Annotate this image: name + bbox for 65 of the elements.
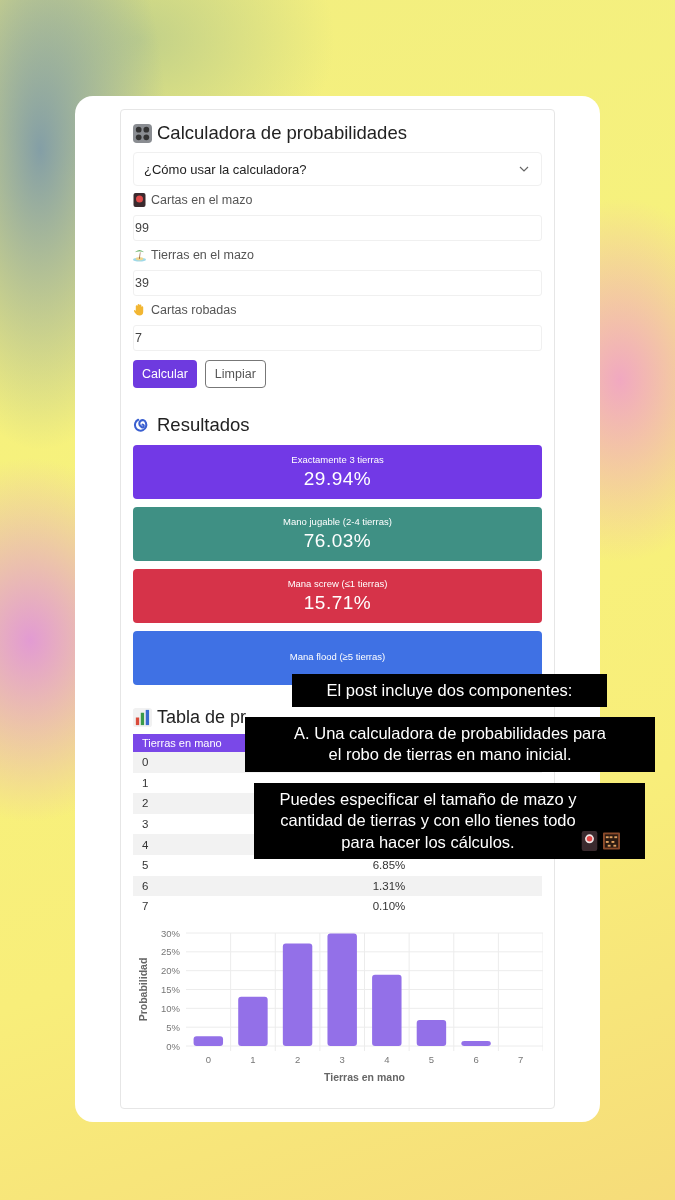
bar	[372, 974, 402, 1046]
table-cell-text: 4	[141, 838, 150, 851]
table-cell-text: 1	[141, 776, 150, 789]
accordion-label: ¿Cómo usar la calculadora?	[144, 161, 307, 177]
hand-icon	[133, 303, 146, 317]
table-title: Tabla de pr	[157, 706, 247, 728]
x-axis-title: Tierras en mano	[324, 1070, 405, 1083]
bar	[416, 1019, 447, 1046]
x-tick-label: 1	[250, 1053, 256, 1065]
y-tick-label: 20%	[161, 964, 180, 976]
field-label: Tierras en el mazo	[151, 248, 255, 262]
result-value: 15.71%	[303, 592, 372, 614]
card-icon	[133, 193, 146, 207]
number-field[interactable]: 7	[133, 325, 542, 351]
caption-text: Puedes especificar el tamaño de mazo y cantidad de tierras y con ello tienes todo para hacer los cálculos.	[279, 789, 577, 853]
card-icon	[580, 831, 598, 852]
y-tick-label: 30%	[161, 927, 180, 939]
x-tick-label: 5	[428, 1053, 435, 1065]
bar	[238, 996, 268, 1046]
result-value: 76.03%	[303, 530, 372, 552]
y-tick-label: 5%	[166, 1021, 180, 1033]
results-title: Resultados	[157, 414, 250, 436]
bar	[461, 1040, 491, 1046]
caption-text: El post incluye dos componentes:	[326, 680, 573, 701]
number-field[interactable]: 39	[133, 270, 542, 296]
island-icon	[133, 248, 146, 262]
result-label: Mana flood (≥5 tierras)	[289, 651, 386, 662]
x-tick-label: 2	[294, 1053, 301, 1065]
x-tick-label: 4	[384, 1053, 390, 1065]
bar	[193, 1035, 224, 1046]
result-label: Mano jugable (2-4 tierras)	[283, 516, 392, 527]
table-cell-text: 6.85%	[371, 859, 407, 872]
table-cell-text: 0.10%	[371, 900, 407, 913]
table-cell-text: 2	[141, 797, 150, 810]
y-axis-title: Probabilidad	[137, 957, 149, 1022]
result-label: Exactamente 3 tierras	[291, 454, 384, 465]
x-tick-label: 3	[339, 1053, 345, 1065]
table-cell-text: 7	[141, 900, 150, 913]
result-label: Mana screw (≤1 tierras)	[287, 578, 388, 589]
field-label: Cartas robadas	[151, 303, 237, 317]
y-tick-label: 0%	[166, 1040, 180, 1052]
table-cell-text: 5	[141, 859, 150, 872]
number-field[interactable]: 99	[133, 215, 542, 241]
y-tick-label: 15%	[161, 983, 180, 995]
table-cell-text: 3	[141, 818, 150, 831]
x-tick-label: 6	[473, 1053, 479, 1065]
abacus-icon	[602, 831, 620, 852]
help-accordion[interactable]: ¿Cómo usar la calculadora?	[133, 152, 542, 186]
column-header: Tierras en mano	[142, 737, 222, 749]
x-tick-label: 7	[518, 1053, 524, 1065]
table-cell-text: 1.31%	[371, 879, 407, 892]
y-tick-label: 25%	[161, 946, 180, 958]
table-cell-text: 0	[141, 756, 150, 769]
caption-text: A. Una calculadora de probabilidades para el robo de tierras en mano inicial.	[294, 723, 606, 766]
bar-chart-icon	[133, 707, 152, 727]
x-tick-label: 0	[205, 1053, 211, 1065]
calculator-title: Calculadora de probabilidades	[157, 122, 407, 144]
y-tick-label: 10%	[161, 1002, 180, 1014]
chevron-icon	[519, 166, 529, 172]
table-cell-text: 6	[141, 879, 150, 892]
clear-button[interactable]: Limpiar	[204, 360, 266, 388]
knobs-icon	[133, 123, 152, 143]
field-label: Cartas en el mazo	[151, 193, 253, 207]
calculate-button[interactable]: Calcular	[133, 360, 197, 388]
result-value: 29.94%	[303, 468, 372, 490]
